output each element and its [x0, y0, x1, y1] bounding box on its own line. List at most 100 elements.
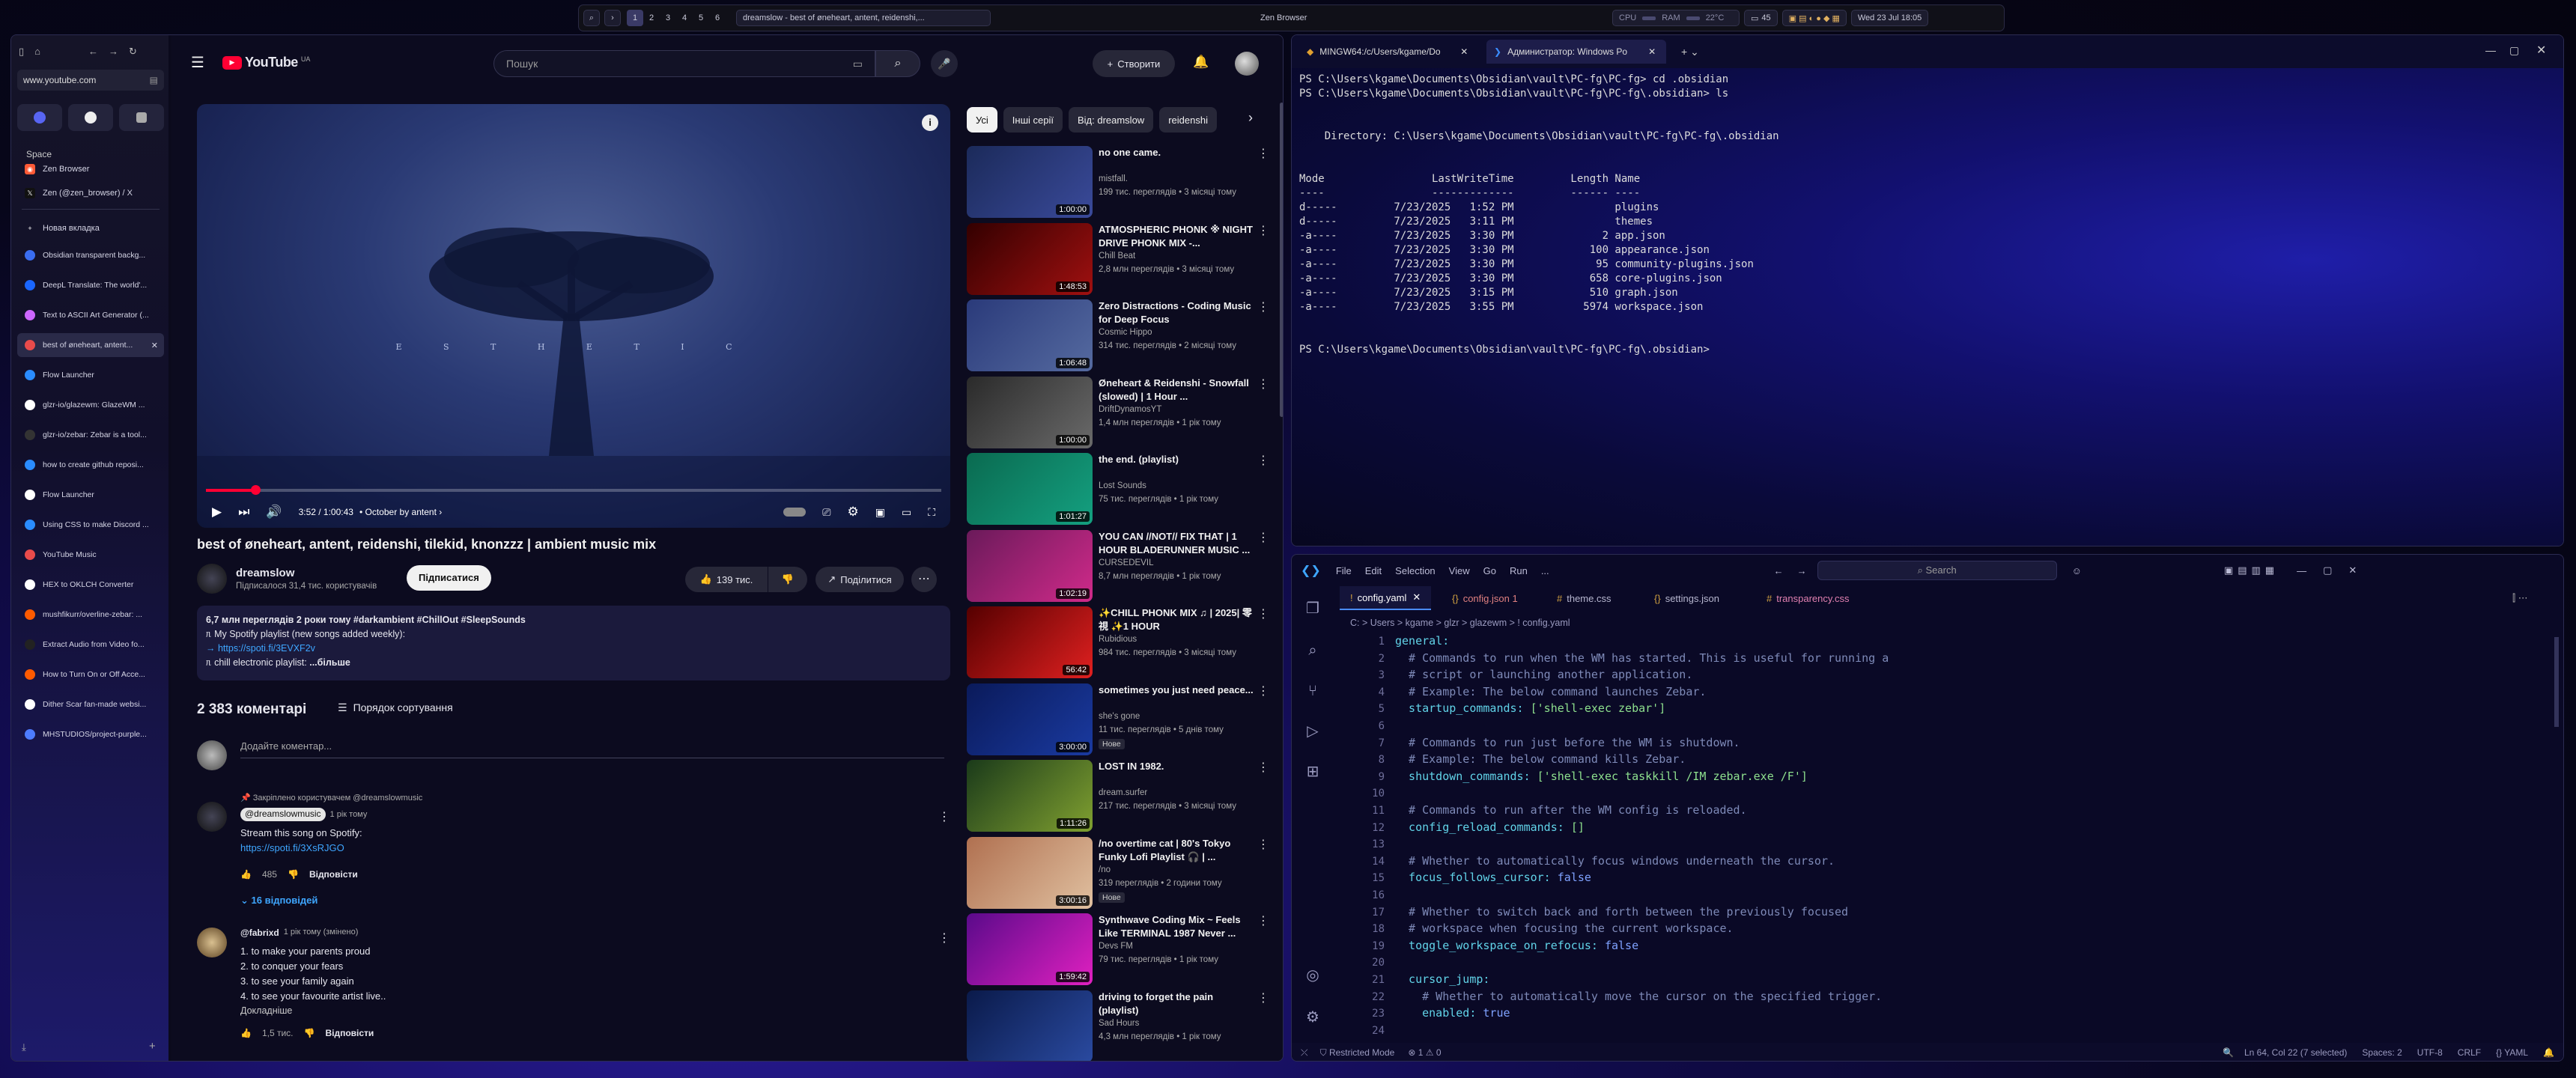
- more-icon[interactable]: ⋮: [1257, 990, 1269, 1005]
- sidebar-tab[interactable]: Flow Launcher: [17, 483, 164, 507]
- cursor-position[interactable]: Ln 64, Col 22 (7 selected): [2244, 1047, 2347, 1058]
- line-ending[interactable]: CRLF: [2458, 1047, 2481, 1058]
- pinned-tab[interactable]: ◉ Zen Browser: [17, 158, 164, 180]
- thumb-down-icon[interactable]: 👎: [304, 1028, 315, 1038]
- video-title[interactable]: YOU CAN //NOT// FIX THAT | 1 HOUR BLADER…: [1099, 530, 1256, 557]
- close-icon[interactable]: ✕: [1460, 46, 1468, 57]
- editor-tab[interactable]: {} config.json 1: [1442, 586, 1528, 610]
- chevron-right-icon[interactable]: ›: [604, 10, 621, 26]
- subtitles-icon[interactable]: ⎚: [822, 506, 830, 519]
- video-thumbnail[interactable]: 56:42: [967, 606, 1093, 678]
- channel-name[interactable]: DriftDynamosYT: [1099, 405, 1161, 414]
- progress-bar[interactable]: [206, 485, 941, 495]
- menu-item[interactable]: File: [1336, 565, 1352, 576]
- workspace-4[interactable]: 4: [676, 10, 693, 26]
- more-icon[interactable]: ⋮: [1257, 530, 1269, 545]
- comment-link[interactable]: https://spoti.fi/3XsRJGO: [240, 842, 344, 853]
- workspace-3[interactable]: 3: [660, 10, 676, 26]
- keyboard-icon[interactable]: ▭: [853, 58, 863, 70]
- filter-chip[interactable]: Інші серії: [1003, 107, 1063, 133]
- menu-icon[interactable]: ☰: [191, 53, 204, 72]
- workspace-5[interactable]: 5: [693, 10, 709, 26]
- video-thumbnail[interactable]: [967, 990, 1093, 1061]
- more-icon[interactable]: ⋮: [1257, 299, 1269, 314]
- video-thumbnail[interactable]: 1:00:00: [967, 146, 1093, 218]
- account-icon[interactable]: ◎: [1302, 965, 1323, 986]
- channel-avatar[interactable]: [197, 564, 227, 594]
- chips-next-icon[interactable]: ›: [1248, 110, 1253, 126]
- subscribe-button[interactable]: Підписатися: [407, 565, 491, 591]
- channel-name[interactable]: Cosmic Hippo: [1099, 328, 1152, 337]
- thumb-down-icon[interactable]: 👎: [288, 869, 299, 880]
- video-thumbnail[interactable]: 1:02:19: [967, 529, 1093, 602]
- more-icon[interactable]: ⋮: [938, 931, 950, 945]
- autoplay-toggle[interactable]: [783, 508, 806, 517]
- video-thumbnail[interactable]: 3:00:16: [967, 836, 1093, 909]
- video-thumbnail[interactable]: 3:00:00: [967, 683, 1093, 755]
- reload-icon[interactable]: ↻: [129, 46, 137, 58]
- video-title[interactable]: driving to forget the pain (playlist): [1099, 990, 1256, 1017]
- language-mode[interactable]: {} YAML: [2496, 1047, 2528, 1058]
- filter-chip[interactable]: reidenshi: [1159, 107, 1217, 133]
- forward-icon[interactable]: →: [109, 46, 118, 58]
- back-icon[interactable]: ←: [1774, 565, 1784, 576]
- channel-name[interactable]: Sad Hours: [1099, 1019, 1139, 1028]
- replies-toggle[interactable]: ⌄ 16 відповідей: [240, 895, 318, 907]
- video-thumbnail[interactable]: 1:11:26: [967, 760, 1093, 832]
- reply-button[interactable]: Відповісти: [309, 869, 358, 880]
- video-title[interactable]: sometimes you just need peace...: [1099, 683, 1256, 697]
- split-editor-icon[interactable]: ⫿ ⋯: [2512, 592, 2528, 604]
- close-tab-icon[interactable]: ✕: [151, 341, 158, 350]
- restricted-mode[interactable]: ⛉ Restricted Mode: [1320, 1047, 1395, 1059]
- sidebar-tab[interactable]: Using CSS to make Discord ...: [17, 513, 164, 537]
- close-icon[interactable]: ✕: [1412, 591, 1421, 603]
- comment-author[interactable]: @dreamslowmusic: [240, 808, 326, 821]
- sidebar-tab[interactable]: glzr-io/glazewm: GlazeWM ...: [17, 393, 164, 417]
- menu-item[interactable]: Selection: [1395, 565, 1435, 576]
- sidebar-tab[interactable]: Obsidian transparent backg...: [17, 243, 164, 267]
- new-tab-button[interactable]: + Новая вкладка: [17, 215, 164, 242]
- url-bar[interactable]: www.youtube.com ▤: [17, 70, 164, 91]
- github-icon[interactable]: [68, 104, 113, 131]
- recommendation-item[interactable]: 1:48:53 ATMOSPHERIC PHONK ※ NIGHT DRIVE P…: [967, 222, 1274, 295]
- search-button[interactable]: ⌕: [875, 50, 920, 77]
- show-more-link[interactable]: ...більше: [309, 657, 350, 668]
- close-icon[interactable]: ✕: [2348, 564, 2357, 576]
- sidebar-toggle-icon[interactable]: ▯: [19, 46, 24, 58]
- workspace-6[interactable]: 6: [709, 10, 726, 26]
- channel-name[interactable]: she's gone: [1099, 712, 1140, 721]
- more-icon[interactable]: ⋮: [1257, 453, 1269, 468]
- problems-indicator[interactable]: ⊗ 1 ⚠ 0: [1408, 1047, 1441, 1058]
- channel-name[interactable]: dream.surfer: [1099, 788, 1147, 797]
- search-input[interactable]: Пошук ▭: [493, 50, 875, 77]
- video-title[interactable]: the end. (playlist): [1099, 453, 1256, 466]
- dislike-button[interactable]: 👎: [768, 567, 807, 592]
- menu-item[interactable]: Go: [1483, 565, 1496, 576]
- progress-handle[interactable]: [251, 485, 261, 495]
- channel-name[interactable]: CURSEDEVIL: [1099, 558, 1154, 567]
- video-title[interactable]: Synthwave Coding Mix ~ Feels Like TERMIN…: [1099, 913, 1256, 940]
- workspace-1[interactable]: 1: [627, 10, 643, 26]
- avatar[interactable]: [197, 928, 227, 957]
- video-player[interactable]: E S T H E T I C i ▶ ⏭ 🔊 3:52 / 1:00:43 •…: [197, 104, 950, 528]
- downloads-icon[interactable]: ⤓: [22, 1041, 26, 1053]
- next-icon[interactable]: ⏭: [238, 505, 249, 520]
- extensions-icon[interactable]: ⊞: [1302, 761, 1323, 782]
- sidebar-tab[interactable]: Dither Scar fan-made websi...: [17, 692, 164, 716]
- remote-icon[interactable]: ⤫: [1301, 1047, 1308, 1059]
- description-link[interactable]: → https://spoti.fi/3EVXF2v: [206, 642, 941, 656]
- video-title[interactable]: Øneheart & Reidenshi - Snowfall (slowed)…: [1099, 377, 1256, 404]
- add-comment-input[interactable]: Додайте коментар...: [240, 740, 944, 758]
- tray-icons[interactable]: ▣ ▤ ◐ ● ◆ ▦: [1781, 10, 1847, 26]
- channel-name[interactable]: Devs FM: [1099, 942, 1133, 951]
- sidebar-tab[interactable]: Text to ASCII Art Generator (...: [17, 303, 164, 327]
- chapter-label[interactable]: • October by antent ›: [359, 507, 442, 517]
- recommendation-item[interactable]: 1:00:00 Øneheart & Reidenshi - Snowfall (…: [967, 376, 1274, 448]
- channel-name[interactable]: Chill Beat: [1099, 252, 1135, 261]
- settings-icon[interactable]: ⚙: [1302, 1007, 1323, 1028]
- explorer-icon[interactable]: ❐: [1302, 598, 1323, 619]
- notifications-icon[interactable]: 🔔: [2543, 1047, 2554, 1058]
- more-icon[interactable]: ⋮: [938, 809, 950, 824]
- sidebar-tab[interactable]: best of øneheart, antent... ✕: [17, 333, 164, 357]
- sidebar-tab[interactable]: HEX to OKLCH Converter: [17, 573, 164, 597]
